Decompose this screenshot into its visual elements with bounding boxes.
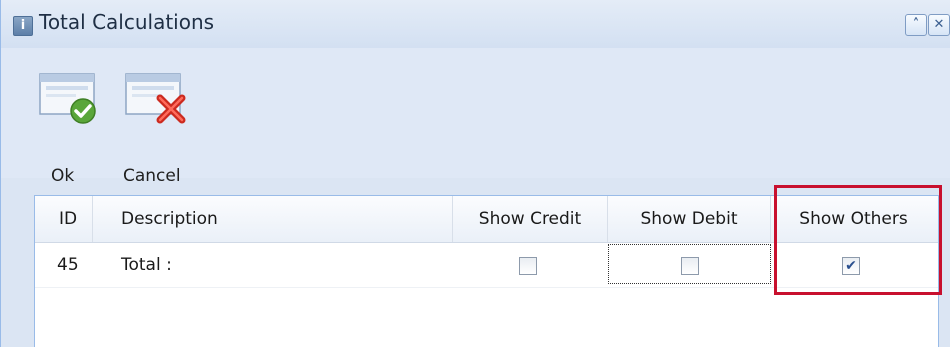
row-description: Total : bbox=[121, 255, 172, 275]
ok-button[interactable]: Ok bbox=[39, 70, 109, 186]
window-titlebar[interactable]: i Total Calculations ˄ ✕ bbox=[1, 0, 950, 49]
row-id: 45 bbox=[57, 255, 79, 275]
column-header-show-debit[interactable]: Show Debit bbox=[608, 196, 771, 242]
window-title: Total Calculations bbox=[39, 10, 215, 34]
show-others-highlight-box bbox=[774, 185, 942, 295]
toolbar: Ok Cancel bbox=[1, 48, 950, 186]
show-debit-checkbox[interactable] bbox=[681, 257, 699, 275]
cancel-button[interactable]: Cancel bbox=[123, 70, 193, 186]
window-delete-icon bbox=[125, 73, 186, 124]
total-calculations-window: i Total Calculations ˄ ✕ Ok Cancel ID De… bbox=[0, 0, 950, 347]
show-credit-checkbox[interactable] bbox=[519, 257, 537, 275]
cancel-label: Cancel bbox=[123, 166, 181, 186]
column-header-description[interactable]: Description bbox=[93, 196, 453, 242]
column-header-id[interactable]: ID bbox=[35, 196, 93, 242]
column-header-show-credit[interactable]: Show Credit bbox=[453, 196, 608, 242]
close-button[interactable]: ✕ bbox=[928, 14, 950, 36]
window-check-icon bbox=[39, 73, 96, 124]
collapse-button[interactable]: ˄ bbox=[905, 14, 927, 36]
ok-label: Ok bbox=[51, 166, 75, 186]
info-icon: i bbox=[13, 16, 33, 36]
